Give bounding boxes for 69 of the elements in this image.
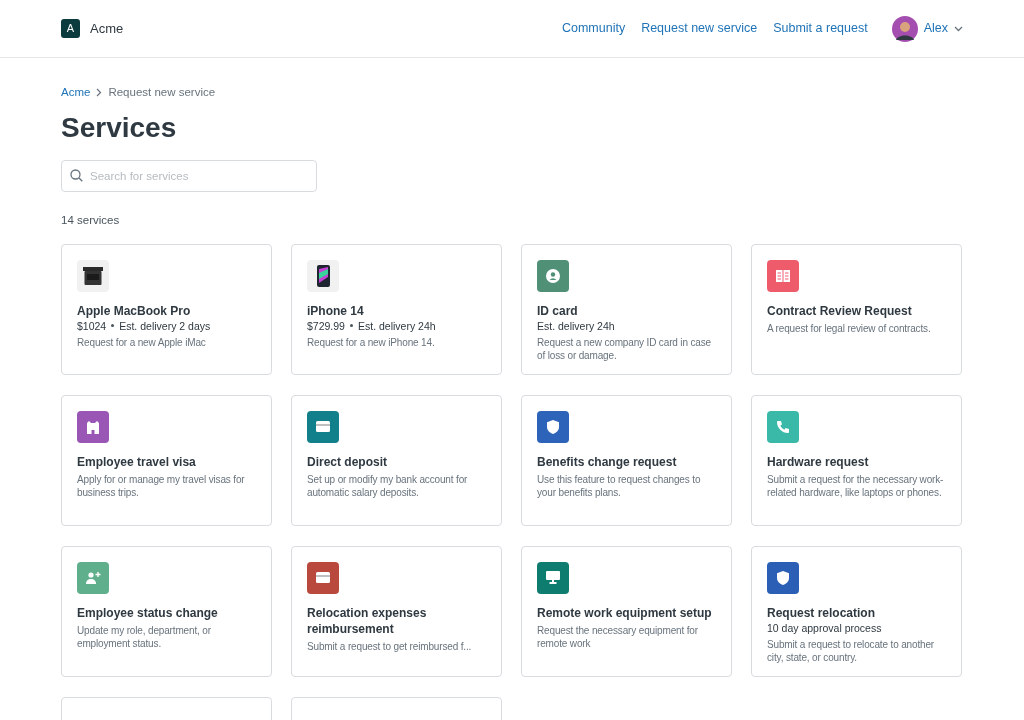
service-description: Use this feature to request changes to your benefits plans. bbox=[537, 472, 702, 499]
search-field[interactable]: Search for services bbox=[61, 160, 317, 193]
service-card[interactable]: Contract Review Request A request for legal review of contracts. bbox=[751, 243, 962, 375]
service-description: Submit a request for the necessary work-related hardware, like laptops or phones. bbox=[767, 472, 945, 499]
service-card[interactable]: Employee status change Update my role, department, or employment status. bbox=[61, 545, 272, 677]
service-card[interactable]: Hardware request Submit a request for the necessary work-related hardware, like laptops or phones. bbox=[751, 394, 962, 526]
service-card[interactable]: Relocation expenses reimbursement Submit a request to get reimbursed f... bbox=[291, 545, 502, 677]
service-description: Set up or modify my bank account for automatic salary deposits. bbox=[307, 472, 469, 499]
shield-icon bbox=[777, 570, 789, 585]
service-card[interactable]: Apple MacBook Pro $1024 Est. delivery 2 days Request for a new Apple iMac bbox=[61, 243, 272, 375]
nav-link[interactable]: Community bbox=[561, 19, 626, 38]
nav-link[interactable]: Request new service bbox=[641, 19, 758, 38]
breadcrumb-link[interactable]: Acme bbox=[61, 84, 91, 102]
service-card[interactable]: Request relocation 10 day approval process Submit a request to relocate to another city, state, or country. bbox=[751, 545, 962, 677]
person-add-icon bbox=[85, 571, 101, 584]
service-card[interactable]: Remote work equipment setup Request the necessary equipment for remote work bbox=[521, 545, 732, 677]
service-meta: Est. delivery 2 days bbox=[119, 318, 211, 333]
service-count: 14 services bbox=[61, 213, 121, 229]
service-title: Employee travel visa bbox=[77, 453, 197, 470]
user-menu[interactable]: Alex bbox=[891, 15, 963, 42]
credit-card-icon bbox=[316, 572, 330, 583]
service-card[interactable]: Benefits change request Use this feature to request changes to your benefits plans. bbox=[521, 394, 732, 526]
credit-card-icon bbox=[316, 421, 330, 432]
service-meta: 10 day approval process bbox=[767, 620, 882, 635]
avatar bbox=[891, 15, 918, 42]
service-title: Direct deposit bbox=[307, 453, 388, 470]
page-title: Services bbox=[61, 111, 178, 146]
search-icon bbox=[70, 169, 83, 183]
brand-name: Acme bbox=[90, 19, 124, 38]
service-description: Request the necessary equipment for remote work bbox=[537, 623, 699, 650]
service-title: Hardware request bbox=[767, 453, 870, 470]
service-description: Update my role, department, or employment status. bbox=[77, 623, 212, 650]
chevron-right-icon bbox=[96, 88, 103, 98]
service-title: iPhone 14 bbox=[307, 302, 365, 319]
service-card[interactable]: iPhone 14 $729.99 Est. delivery 24h Request for a new iPhone 14. bbox=[291, 243, 502, 375]
book-icon bbox=[776, 269, 790, 282]
service-title: Apple MacBook Pro bbox=[77, 302, 192, 319]
building-icon bbox=[86, 419, 100, 434]
nav-link[interactable]: Submit a request bbox=[773, 19, 868, 38]
service-card[interactable]: ID card Est. delivery 24h Request a new company ID card in case of loss or damage. bbox=[521, 243, 732, 375]
service-card[interactable]: Employee travel visa Apply for or manage my travel visas for business trips. bbox=[61, 394, 272, 526]
monitor-icon bbox=[546, 571, 560, 584]
laptop-icon bbox=[83, 266, 103, 285]
service-description: A request for legal review of contracts. bbox=[767, 321, 932, 335]
service-title: Relocation expenses reimbursement bbox=[307, 604, 428, 637]
service-meta: Est. delivery 24h bbox=[537, 318, 615, 333]
service-title: Remote work equipment setup bbox=[537, 604, 713, 621]
service-meta: Est. delivery 24h bbox=[357, 318, 436, 333]
service-title: Benefits change request bbox=[537, 453, 678, 470]
service-price: $1024 bbox=[77, 318, 107, 333]
service-description: Request for a new iPhone 14. bbox=[307, 335, 436, 349]
service-description: Submit a request to relocate to another city, state, or country. bbox=[767, 637, 936, 664]
service-title: ID card bbox=[537, 302, 579, 319]
service-card[interactable]: Direct deposit Set up or modify my bank account for automatic salary deposits. bbox=[291, 394, 502, 526]
person-icon bbox=[546, 268, 560, 283]
smartphone-icon bbox=[316, 264, 330, 287]
shield-icon bbox=[547, 419, 559, 434]
service-description: Request a new company ID card in case of loss or damage. bbox=[537, 335, 712, 362]
service-price: $729.99 bbox=[307, 318, 345, 333]
service-title: Contract Review Request bbox=[767, 302, 913, 319]
breadcrumb-current: Request new service bbox=[108, 85, 216, 100]
service-description: Submit a request to get reimbursed f... bbox=[307, 639, 473, 653]
chevron-down-icon bbox=[954, 25, 963, 32]
service-description: Request for a new Apple iMac bbox=[77, 335, 207, 349]
service-description: Apply for or manage my travel visas for business trips. bbox=[77, 472, 246, 499]
service-title: Employee status change bbox=[77, 604, 219, 621]
service-title: Request relocation bbox=[767, 604, 877, 621]
logo[interactable]: A bbox=[61, 19, 80, 38]
phone-icon bbox=[776, 419, 790, 434]
